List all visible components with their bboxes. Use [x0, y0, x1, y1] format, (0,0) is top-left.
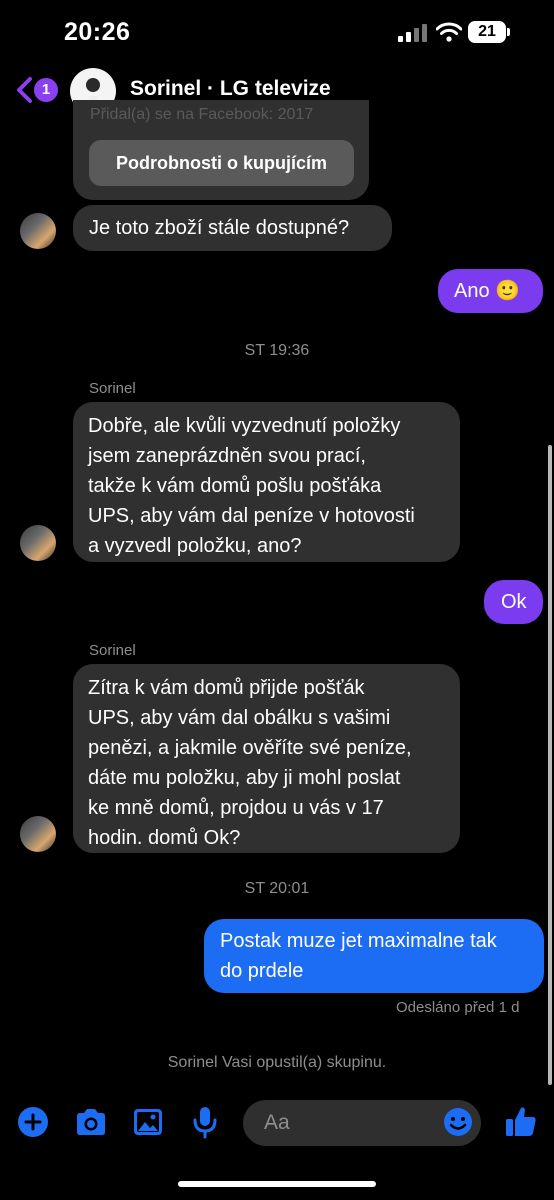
battery-indicator: 21 [468, 21, 506, 43]
timestamp: ST 19:36 [244, 342, 310, 359]
message-line: takže k vám domů pošlu pošťáka [88, 475, 382, 497]
message-line: a vyzvedl položku, ano? [88, 535, 302, 557]
chat-title[interactable]: Sorinel · LG televize [130, 77, 331, 101]
message-line: jsem zaneprázdněn svou prací, [88, 445, 366, 467]
message-line: dáte mu položku, aby ji mohl poslat [88, 767, 401, 789]
emoji-icon[interactable] [443, 1107, 473, 1137]
gallery-icon[interactable] [132, 1107, 164, 1137]
sender-avatar[interactable] [20, 213, 56, 249]
message-line: Zítra k vám domů přijde pošťák [88, 677, 365, 699]
plus-icon[interactable] [17, 1106, 49, 1138]
sent-status: Odesláno před 1 d [396, 999, 520, 1016]
scrollbar[interactable] [548, 445, 552, 1085]
outgoing-message[interactable]: Ok [484, 580, 543, 624]
battery-cap [507, 28, 510, 36]
message-line: penězi, a jakmile ověříte své peníze, [88, 737, 412, 759]
outgoing-message[interactable]: Ano 🙂 [438, 269, 543, 313]
home-indicator [178, 1181, 376, 1187]
sender-label: Sorinel [89, 380, 136, 397]
message-line: Dobře, ale kvůli vyzvednutí položky [88, 415, 401, 437]
message-line: UPS, aby vám dal peníze v hotovosti [88, 505, 415, 527]
buyer-details-button[interactable]: Podrobnosti o kupujícím [89, 140, 354, 186]
message-line: UPS, aby vám dal obálku s vašimi [88, 707, 391, 729]
message-input-placeholder: Aa [264, 1111, 290, 1134]
sender-avatar[interactable] [20, 816, 56, 852]
back-chevron-icon[interactable] [14, 76, 34, 104]
status-time: 20:26 [64, 18, 131, 46]
system-message: Sorinel Vasi opustil(a) skupinu. [167, 1054, 387, 1071]
message-line: hodin. domů Ok? [88, 827, 241, 849]
thumbs-up-icon[interactable] [504, 1104, 538, 1138]
sender-label: Sorinel [89, 642, 136, 659]
message-line: Postak muze jet maximalne tak [220, 930, 497, 952]
message-line: do prdele [220, 960, 304, 982]
camera-icon[interactable] [74, 1107, 108, 1137]
incoming-message[interactable]: Je toto zboží stále dostupné? [73, 205, 392, 251]
wifi-icon [436, 22, 462, 42]
timestamp: ST 20:01 [244, 880, 310, 897]
outgoing-message[interactable]: Postak muze jet maximalne tak do prdele [204, 919, 544, 993]
buyer-join-info: Přidal(a) se na Facebook: 2017 [90, 106, 314, 123]
unread-badge[interactable]: 1 [34, 78, 58, 102]
cellular-signal-icon [398, 24, 428, 42]
microphone-icon[interactable] [192, 1105, 218, 1139]
incoming-message[interactable]: Dobře, ale kvůli vyzvednutí položky jsem… [73, 402, 460, 562]
message-line: ke mně domů, projdou u vás v 17 [88, 797, 384, 819]
incoming-message[interactable]: Zítra k vám domů přijde pošťák UPS, aby … [73, 664, 460, 853]
sender-avatar[interactable] [20, 525, 56, 561]
